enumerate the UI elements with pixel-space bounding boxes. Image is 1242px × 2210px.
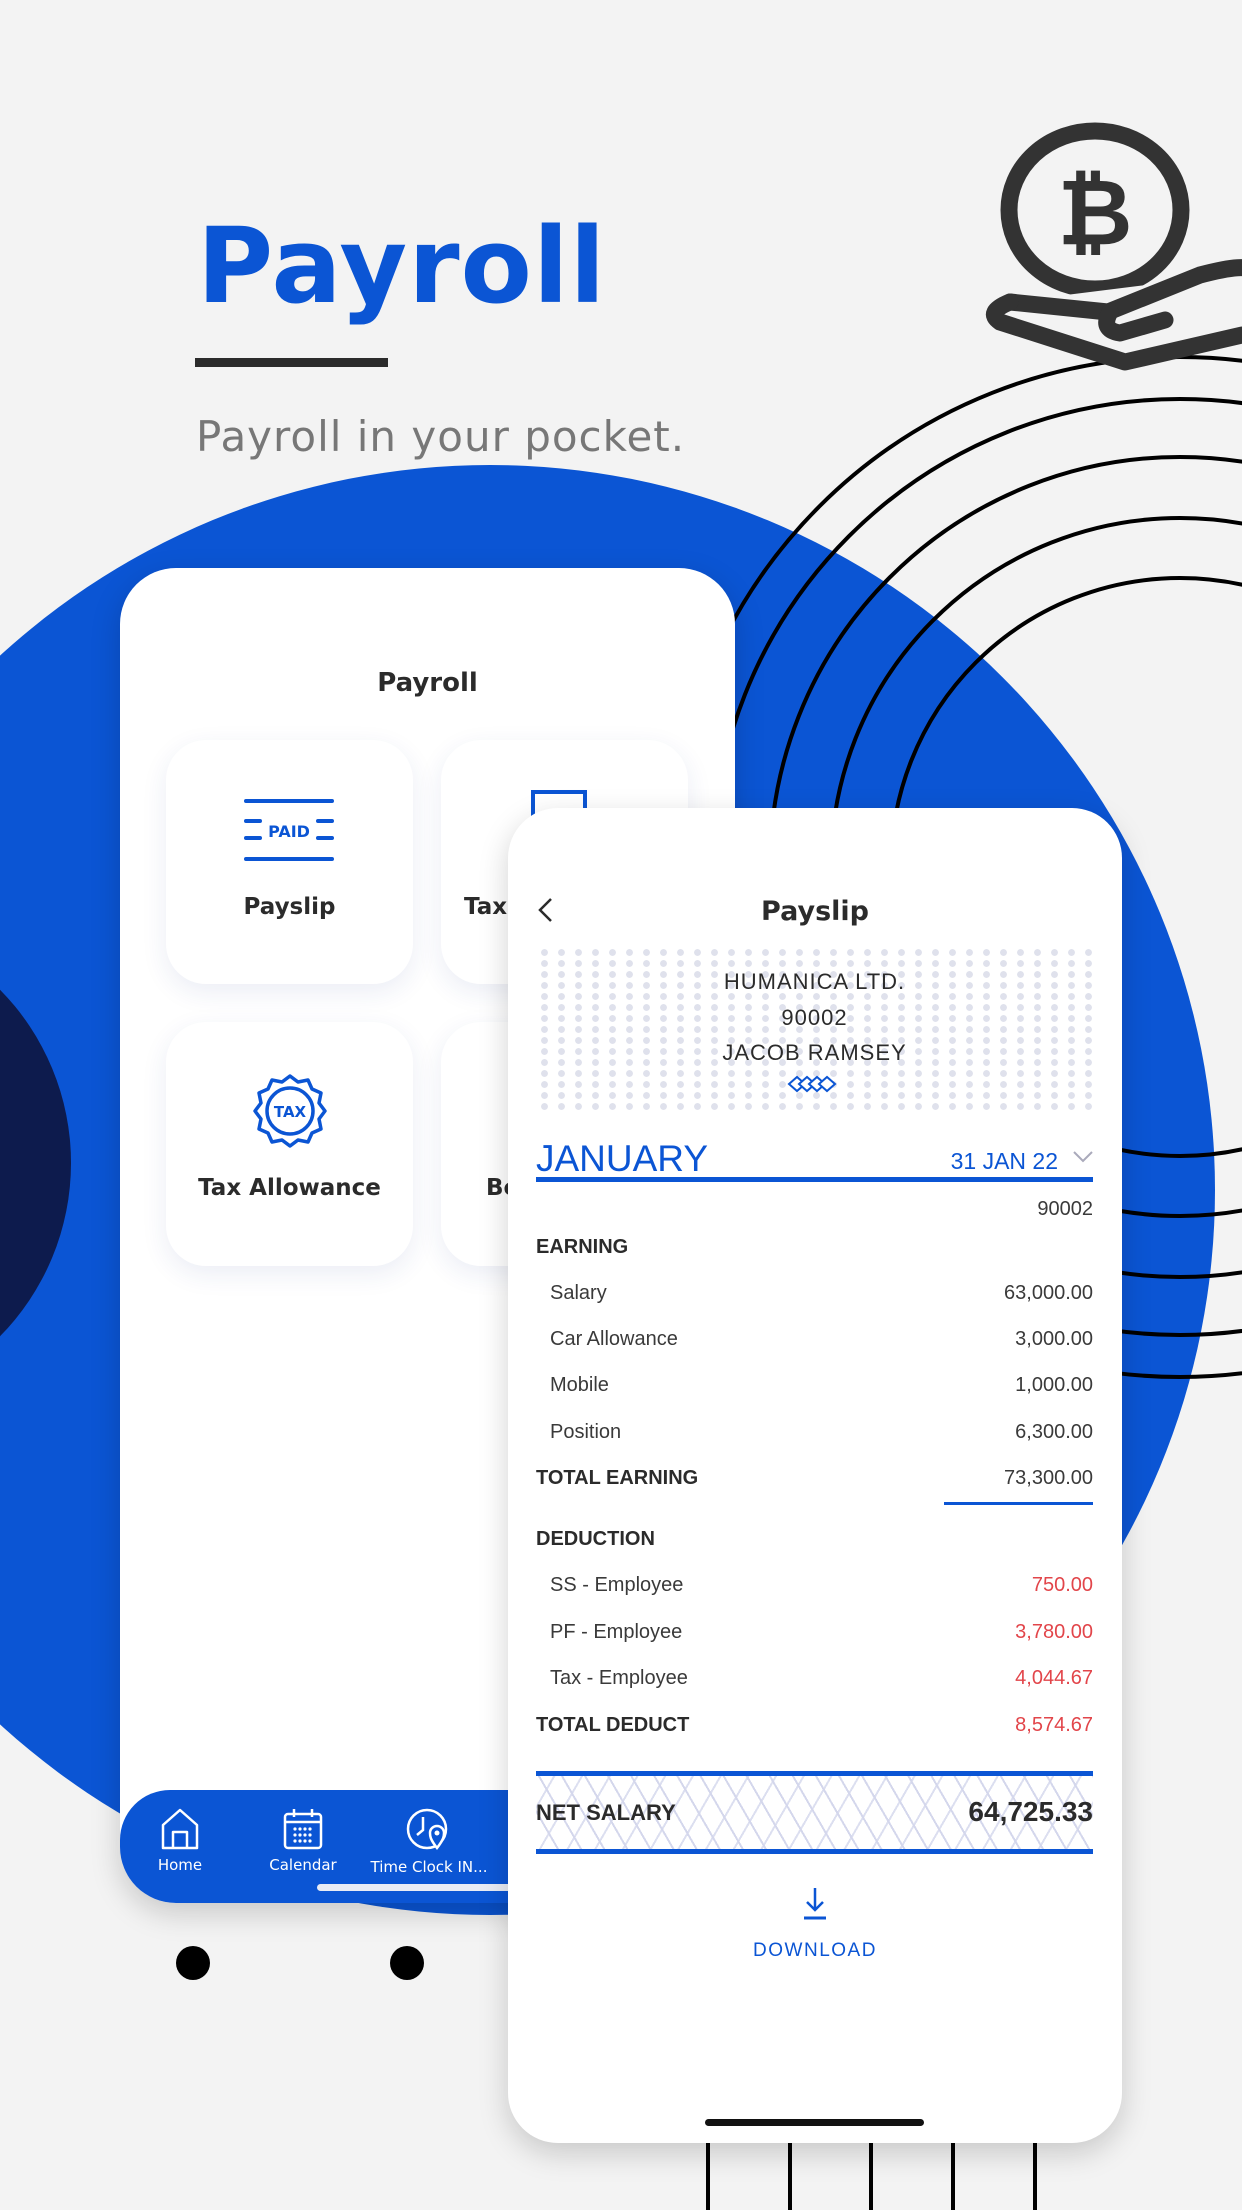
nav-label: Time Clock IN...: [370, 1858, 488, 1876]
nav-scrollbar[interactable]: [317, 1884, 517, 1891]
nav-label: Calendar: [269, 1856, 337, 1874]
tile-tax-allowance[interactable]: TAX Tax Allowance: [166, 1022, 413, 1266]
hero-subtitle: Payroll in your pocket.: [196, 412, 686, 461]
earning-heading: EARNING: [536, 1236, 629, 1258]
decor-line: [951, 2143, 955, 2210]
net-salary-value: 64,725.33: [968, 1796, 1093, 1827]
company-header: HUMANICA LTD. 90002 JACOB RAMSEY: [536, 947, 1093, 1114]
date-selector[interactable]: 31 JAN 22: [951, 1148, 1058, 1175]
tax-badge-icon: TAX: [253, 1074, 327, 1148]
tile-label: Tax: [464, 894, 508, 920]
earning-row: Car Allowance 3,000.00: [550, 1328, 1093, 1350]
diamond-ornament-icon: [787, 1075, 837, 1093]
tile-payslip[interactable]: PAID Payslip: [166, 740, 413, 984]
employee-name: JACOB RAMSEY: [722, 1040, 907, 1065]
company-name: HUMANICA LTD.: [723, 969, 906, 994]
earning-row: Salary 63,000.00: [550, 1282, 1093, 1304]
home-icon: [161, 1808, 199, 1850]
deduction-heading: DEDUCTION: [536, 1528, 655, 1550]
employee-id: 90002: [781, 1005, 848, 1030]
screen-title: Payslip: [761, 896, 869, 927]
total-deduct-row: TOTAL DEDUCT 8,574.67: [536, 1714, 1093, 1736]
calendar-icon: [283, 1809, 323, 1850]
nav-label: Home: [157, 1856, 203, 1874]
screen-title: Payroll: [377, 668, 478, 698]
total-earning-row: TOTAL EARNING 73,300.00: [536, 1467, 1093, 1489]
decor-line: [1033, 2143, 1037, 2210]
deduction-row: Tax - Employee 4,044.67: [550, 1667, 1093, 1689]
decor-dot: [390, 1946, 424, 1980]
decor-line: [788, 2143, 792, 2210]
nav-time-clock[interactable]: Time Clock IN...: [364, 1790, 494, 1876]
net-salary-band: NET SALARY 64,725.33: [536, 1771, 1093, 1854]
decor-line: [706, 2143, 710, 2210]
deduction-row: SS - Employee 750.00: [550, 1574, 1093, 1596]
payslip-screen: Payslip HUMANICA LTD. 90002 JACOB RAMSEY…: [508, 808, 1122, 2143]
nav-home[interactable]: Home: [120, 1790, 240, 1874]
earning-row: Mobile 1,000.00: [550, 1374, 1093, 1396]
reference-number: 90002: [1037, 1198, 1093, 1220]
decor-dot: [176, 1946, 210, 1980]
total-underline: [944, 1502, 1093, 1505]
time-clock-location-icon: [406, 1808, 448, 1851]
tile-label: Payslip: [243, 894, 336, 920]
decor-line: [869, 2143, 873, 2210]
nav-calendar[interactable]: Calendar: [243, 1790, 363, 1874]
svg-text:TAX: TAX: [274, 1103, 307, 1121]
month-underline: [536, 1177, 1093, 1182]
deduction-row: PF - Employee 3,780.00: [550, 1621, 1093, 1643]
earning-row: Position 6,300.00: [550, 1421, 1093, 1443]
chevron-down-icon[interactable]: [1072, 1150, 1094, 1164]
paid-icon: PAID: [244, 799, 334, 861]
net-salary-label: NET SALARY: [536, 1800, 676, 1825]
hero-title: Payroll: [197, 205, 607, 327]
download-icon[interactable]: [790, 1886, 840, 1922]
download-button[interactable]: DOWNLOAD: [508, 1940, 1122, 1962]
tile-label: Tax Allowance: [198, 1175, 381, 1201]
month-title: JANUARY: [536, 1138, 709, 1179]
bitcoin-glyph: ₿: [1058, 159, 1133, 266]
home-indicator: [705, 2119, 924, 2126]
hero-underline: [195, 358, 388, 367]
svg-text:PAID: PAID: [268, 822, 310, 841]
